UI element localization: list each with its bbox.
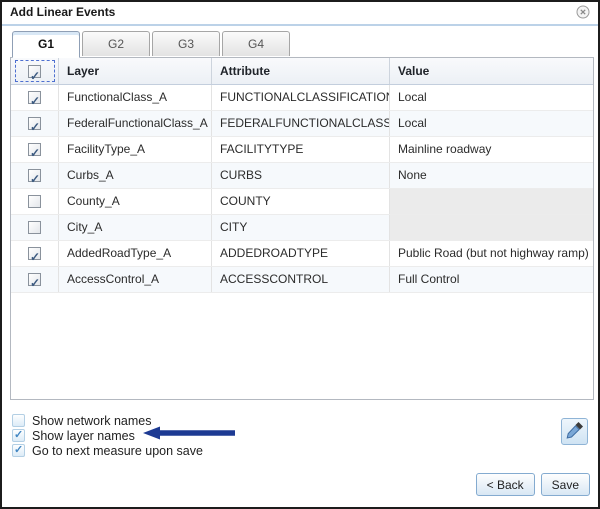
- eyedropper-button[interactable]: [561, 418, 588, 445]
- value-cell: [390, 215, 593, 240]
- table-row[interactable]: FederalFunctionalClass_A FEDERALFUNCTION…: [11, 111, 593, 137]
- row-checkbox[interactable]: [28, 195, 41, 208]
- tab-g2[interactable]: G2: [82, 31, 150, 56]
- option-show-layer-names: Show layer names: [12, 428, 236, 443]
- row-checkbox[interactable]: [28, 91, 41, 104]
- attribute-cell: FEDERALFUNCTIONALCLASS: [212, 111, 390, 136]
- attribute-cell: CURBS: [212, 163, 390, 188]
- layer-cell: City_A: [59, 215, 212, 240]
- table-row[interactable]: AccessControl_A ACCESSCONTROL Full Contr…: [11, 267, 593, 293]
- table-row[interactable]: City_A CITY: [11, 215, 593, 241]
- show-network-names-checkbox[interactable]: [12, 414, 25, 427]
- value-cell: Local: [390, 85, 593, 110]
- column-header-value[interactable]: Value: [390, 58, 593, 84]
- dialog-titlebar: Add Linear Events: [2, 2, 598, 26]
- tab-g4[interactable]: G4: [222, 31, 290, 56]
- value-cell: Public Road (but not highway ramp): [390, 241, 593, 266]
- close-icon[interactable]: [576, 5, 590, 19]
- layer-cell: County_A: [59, 189, 212, 214]
- tab-g1[interactable]: G1: [12, 31, 80, 58]
- table-row[interactable]: FunctionalClass_A FUNCTIONALCLASSIFICATI…: [11, 85, 593, 111]
- attribute-cell: FACILITYTYPE: [212, 137, 390, 162]
- checkbox-focus-ring: [15, 60, 55, 82]
- row-checkbox[interactable]: [28, 169, 41, 182]
- row-checkbox[interactable]: [28, 117, 41, 130]
- column-header-layer[interactable]: Layer: [59, 58, 212, 84]
- select-all-header-cell: [11, 58, 59, 84]
- go-to-next-measure-checkbox[interactable]: [12, 444, 25, 457]
- add-linear-events-dialog: Add Linear Events G1 G2 G3 G4 Layer Attr…: [0, 0, 600, 509]
- tab-g3[interactable]: G3: [152, 31, 220, 56]
- table-body: FunctionalClass_A FUNCTIONALCLASSIFICATI…: [11, 85, 593, 293]
- back-button[interactable]: < Back: [476, 473, 535, 496]
- attribute-cell: ADDEDROADTYPE: [212, 241, 390, 266]
- table-row[interactable]: County_A COUNTY: [11, 189, 593, 215]
- table-header: Layer Attribute Value: [11, 58, 593, 85]
- attribute-cell: FUNCTIONALCLASSIFICATION: [212, 85, 390, 110]
- value-cell: None: [390, 163, 593, 188]
- table-row[interactable]: FacilityType_A FACILITYTYPE Mainline roa…: [11, 137, 593, 163]
- attribute-cell: CITY: [212, 215, 390, 240]
- tab-strip: G1 G2 G3 G4: [12, 31, 290, 57]
- option-go-to-next-measure: Go to next measure upon save: [12, 443, 236, 458]
- value-cell: Mainline roadway: [390, 137, 593, 162]
- value-cell: Full Control: [390, 267, 593, 292]
- value-cell: Local: [390, 111, 593, 136]
- option-label: Show network names: [32, 414, 152, 428]
- option-label: Go to next measure upon save: [32, 444, 203, 458]
- show-layer-names-checkbox[interactable]: [12, 429, 25, 442]
- annotation-left-arrow-icon: [143, 426, 236, 445]
- column-header-attribute[interactable]: Attribute: [212, 58, 390, 84]
- layer-cell: FederalFunctionalClass_A: [59, 111, 212, 136]
- option-label: Show layer names: [32, 429, 135, 443]
- value-cell: [390, 189, 593, 214]
- attribute-cell: ACCESSCONTROL: [212, 267, 390, 292]
- row-checkbox[interactable]: [28, 273, 41, 286]
- layer-cell: AddedRoadType_A: [59, 241, 212, 266]
- row-checkbox[interactable]: [28, 247, 41, 260]
- layers-table: Layer Attribute Value FunctionalClass_A …: [10, 57, 594, 400]
- eyedropper-icon: [565, 421, 584, 443]
- layer-cell: FunctionalClass_A: [59, 85, 212, 110]
- save-button[interactable]: Save: [541, 473, 590, 496]
- layer-cell: Curbs_A: [59, 163, 212, 188]
- table-row[interactable]: AddedRoadType_A ADDEDROADTYPE Public Roa…: [11, 241, 593, 267]
- attribute-cell: COUNTY: [212, 189, 390, 214]
- layer-cell: FacilityType_A: [59, 137, 212, 162]
- row-checkbox[interactable]: [28, 221, 41, 234]
- options-section: Show network names Show layer names Go t…: [12, 413, 236, 458]
- row-checkbox[interactable]: [28, 143, 41, 156]
- layer-cell: AccessControl_A: [59, 267, 212, 292]
- dialog-title: Add Linear Events: [10, 5, 115, 19]
- footer-buttons: < Back Save: [476, 473, 590, 496]
- select-all-checkbox[interactable]: [28, 65, 41, 78]
- table-row[interactable]: Curbs_A CURBS None: [11, 163, 593, 189]
